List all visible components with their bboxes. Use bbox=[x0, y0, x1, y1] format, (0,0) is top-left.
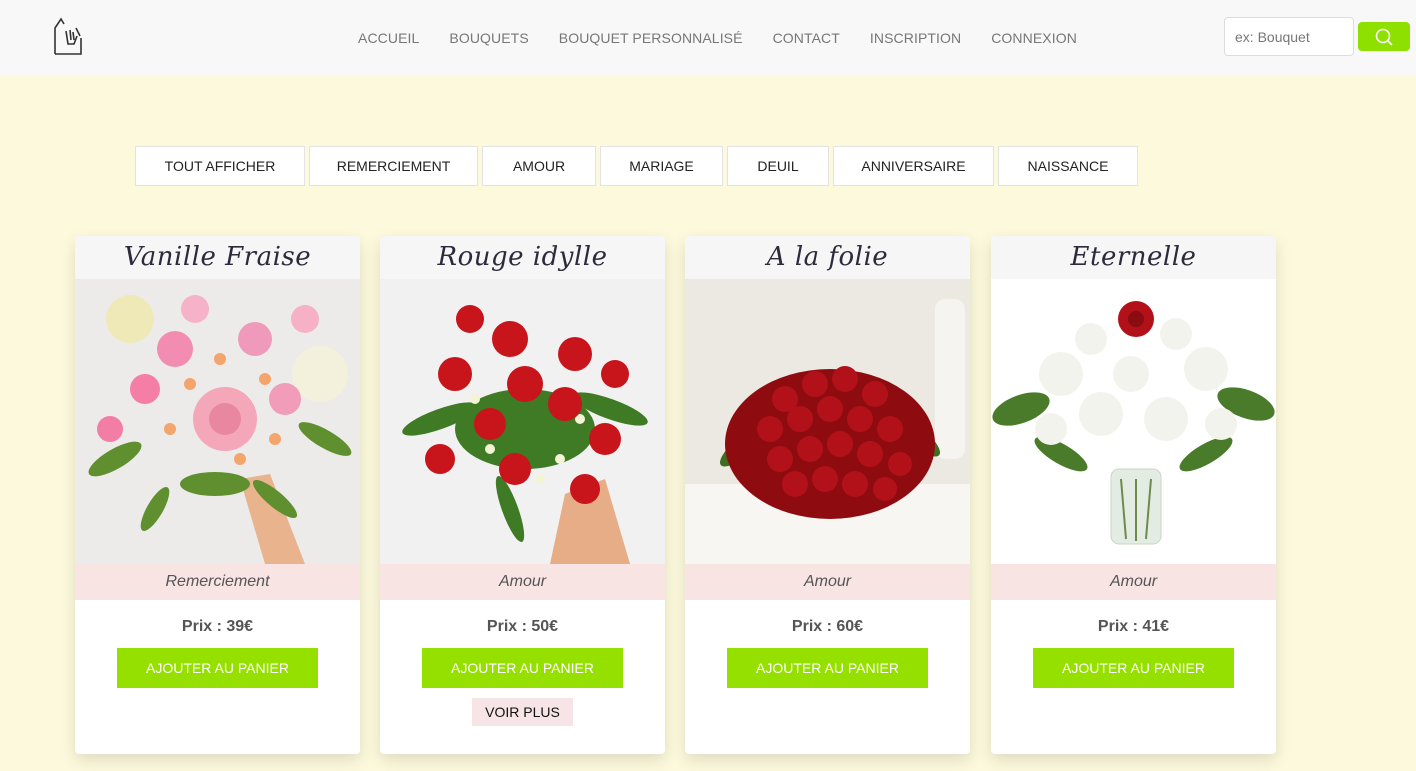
product-title: A la folie bbox=[685, 236, 970, 279]
product-title: Vanille Fraise bbox=[75, 236, 360, 279]
nav-connexion[interactable]: CONNEXION bbox=[976, 30, 1092, 46]
product-card: Eternelle Amour Prix : 41€ AJOUTER AU PA… bbox=[991, 236, 1276, 754]
product-title: Rouge idylle bbox=[380, 236, 665, 279]
navbar: ACCUEIL BOUQUETS BOUQUET PERSONNALISÉ CO… bbox=[0, 0, 1416, 76]
add-to-cart-button[interactable]: AJOUTER AU PANIER bbox=[117, 648, 318, 688]
product-category: Amour bbox=[685, 564, 970, 600]
filter-amour[interactable]: AMOUR bbox=[482, 146, 596, 186]
product-image[interactable] bbox=[380, 279, 665, 564]
product-price: Prix : 60€ bbox=[791, 618, 864, 635]
nav-bouquet-personnalise[interactable]: BOUQUET PERSONNALISÉ bbox=[544, 30, 758, 46]
product-category: Remerciement bbox=[75, 564, 360, 600]
nav-inscription[interactable]: INSCRIPTION bbox=[855, 30, 976, 46]
product-card: A la folie Amour Prix : 60€ AJOUTER AU P… bbox=[685, 236, 970, 754]
filter-naissance[interactable]: NAISSANCE bbox=[998, 146, 1138, 186]
nav-accueil[interactable]: ACCUEIL bbox=[343, 30, 434, 46]
product-category: Amour bbox=[991, 564, 1276, 600]
filter-tout-afficher[interactable]: TOUT AFFICHER bbox=[135, 146, 305, 186]
product-card: Vanille Fraise Remerciement Prix: 39€ A… bbox=[75, 236, 360, 754]
product-price: Prix : 41€ bbox=[1097, 618, 1170, 635]
product-price: Prix : 50€ bbox=[486, 618, 559, 635]
add-to-cart-button[interactable]: AJOUTER AU PANIER bbox=[727, 648, 928, 688]
nav-bouquets[interactable]: BOUQUETS bbox=[434, 30, 543, 46]
filter-remerciement[interactable]: REMERCIEMENT bbox=[309, 146, 478, 186]
product-image[interactable] bbox=[685, 279, 970, 564]
product-card: Rouge idylle Amour Prix : 50€ AJOUTER AU… bbox=[380, 236, 665, 754]
search-input[interactable] bbox=[1224, 17, 1354, 56]
filter-deuil[interactable]: DEUIL bbox=[727, 146, 829, 186]
product-image[interactable] bbox=[75, 279, 360, 564]
logo-icon[interactable] bbox=[52, 16, 84, 56]
filter-mariage[interactable]: MARIAGE bbox=[600, 146, 723, 186]
product-title: Eternelle bbox=[991, 236, 1276, 279]
add-to-cart-button[interactable]: AJOUTER AU PANIER bbox=[422, 648, 623, 688]
see-more-button[interactable]: VOIR PLUS bbox=[472, 698, 573, 726]
search-icon bbox=[1375, 28, 1393, 46]
filter-anniversaire[interactable]: ANNIVERSAIRE bbox=[833, 146, 994, 186]
search-button[interactable] bbox=[1358, 22, 1410, 51]
add-to-cart-button[interactable]: AJOUTER AU PANIER bbox=[1033, 648, 1234, 688]
product-category: Amour bbox=[380, 564, 665, 600]
product-image[interactable] bbox=[991, 279, 1276, 564]
nav-contact[interactable]: CONTACT bbox=[758, 30, 855, 46]
main-nav: ACCUEIL BOUQUETS BOUQUET PERSONNALISÉ CO… bbox=[343, 0, 1092, 76]
product-price: Prix : 39€ bbox=[181, 618, 254, 635]
